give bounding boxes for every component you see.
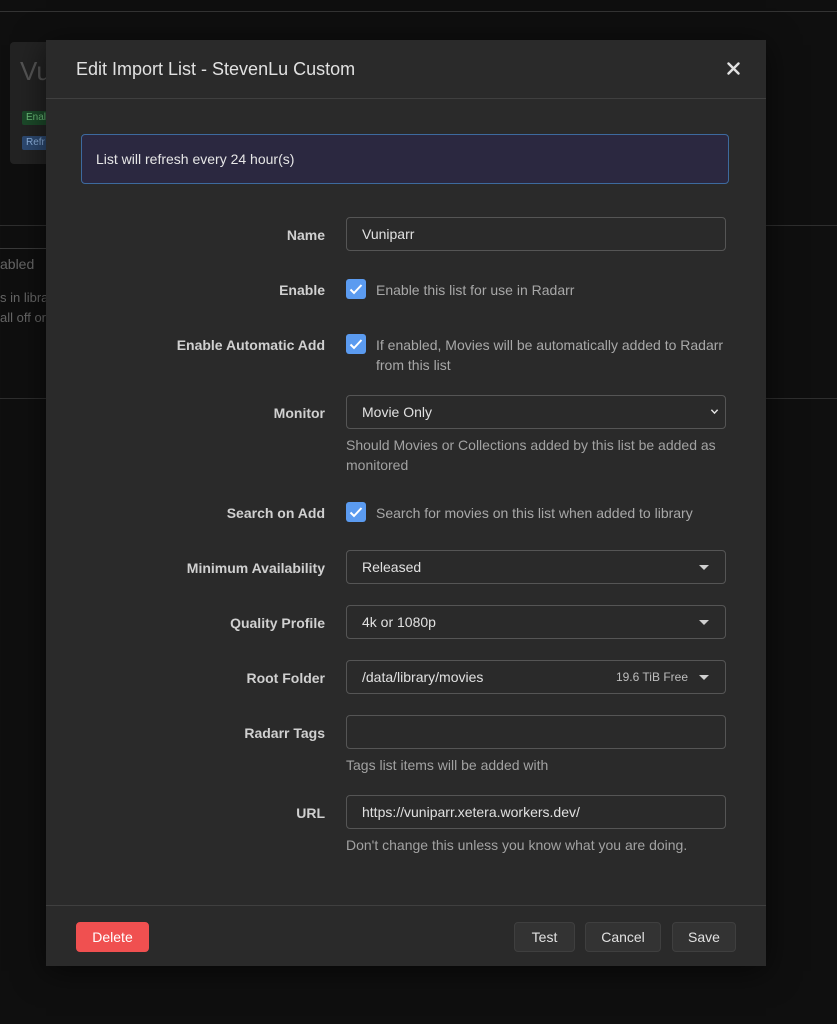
search-on-add-label: Search on Add — [226, 505, 325, 521]
auto-add-label: Enable Automatic Add — [176, 337, 325, 353]
refresh-info-alert: List will refresh every 24 hour(s) — [81, 134, 729, 184]
search-on-add-description: Search for movies on this list when adde… — [376, 505, 693, 521]
caret-down-icon — [699, 675, 709, 680]
radarr-tags-input[interactable] — [346, 715, 726, 749]
refresh-info-text: List will refresh every 24 hour(s) — [96, 151, 295, 167]
name-input[interactable]: Vuniparr — [346, 217, 726, 251]
quality-profile-select[interactable]: 4k or 1080p — [346, 605, 726, 639]
minimum-availability-label: Minimum Availability — [186, 560, 325, 576]
enable-label: Enable — [279, 282, 325, 298]
url-help-text: Don't change this unless you know what y… — [346, 837, 688, 853]
check-icon — [349, 284, 363, 295]
chevron-down-icon — [710, 409, 719, 415]
url-input-value: https://vuniparr.xetera.workers.dev/ — [362, 804, 580, 820]
root-folder-free-space: 19.6 TiB Free — [615, 670, 688, 684]
modal-header: Edit Import List - StevenLu Custom — [46, 40, 766, 99]
radarr-tags-label: Radarr Tags — [244, 725, 325, 741]
root-folder-value: /data/library/movies — [362, 669, 484, 685]
minimum-availability-select[interactable]: Released — [346, 550, 726, 584]
monitor-select[interactable]: Movie Only — [346, 395, 726, 429]
caret-down-icon — [699, 620, 709, 625]
caret-down-icon — [699, 565, 709, 570]
close-icon — [726, 61, 740, 75]
enable-checkbox[interactable] — [346, 279, 366, 299]
delete-button[interactable]: Delete — [76, 922, 149, 952]
bg-divider — [0, 11, 837, 12]
monitor-help-text: Should Movies or Collections added by th… — [346, 437, 716, 473]
bg-divider — [0, 248, 46, 249]
url-input[interactable]: https://vuniparr.xetera.workers.dev/ — [346, 795, 726, 829]
bg-column-header: abled — [0, 256, 35, 272]
auto-add-description: If enabled, Movies will be automatically… — [376, 337, 724, 373]
cancel-button[interactable]: Cancel — [585, 922, 661, 952]
enable-description: Enable this list for use in Radarr — [376, 282, 575, 298]
quality-profile-value: 4k or 1080p — [362, 614, 436, 630]
auto-add-checkbox[interactable] — [346, 334, 366, 354]
radarr-tags-help-text: Tags list items will be added with — [346, 757, 549, 773]
root-folder-select[interactable]: /data/library/movies 19.6 TiB Free — [346, 660, 726, 694]
name-input-value: Vuniparr — [362, 226, 415, 242]
bg-refresh-tag: Refr — [22, 136, 49, 150]
search-on-add-checkbox[interactable] — [346, 502, 366, 522]
close-button[interactable] — [720, 55, 746, 81]
test-button[interactable]: Test — [514, 922, 575, 952]
save-button[interactable]: Save — [672, 922, 736, 952]
check-icon — [349, 339, 363, 350]
minimum-availability-value: Released — [362, 559, 422, 575]
modal-title: Edit Import List - StevenLu Custom — [76, 59, 356, 79]
check-icon — [349, 507, 363, 518]
quality-profile-label: Quality Profile — [230, 615, 325, 631]
monitor-label: Monitor — [273, 405, 325, 421]
root-folder-label: Root Folder — [246, 670, 325, 686]
url-label: URL — [296, 805, 325, 821]
name-label: Name — [286, 227, 325, 243]
edit-import-list-modal: Edit Import List - StevenLu Custom List … — [46, 40, 766, 966]
modal-footer: Delete Test Cancel Save — [46, 905, 766, 967]
monitor-selected-value: Movie Only — [362, 404, 433, 420]
bg-row-text: all off or — [0, 310, 47, 325]
bg-row-text: s in libra — [0, 290, 49, 305]
